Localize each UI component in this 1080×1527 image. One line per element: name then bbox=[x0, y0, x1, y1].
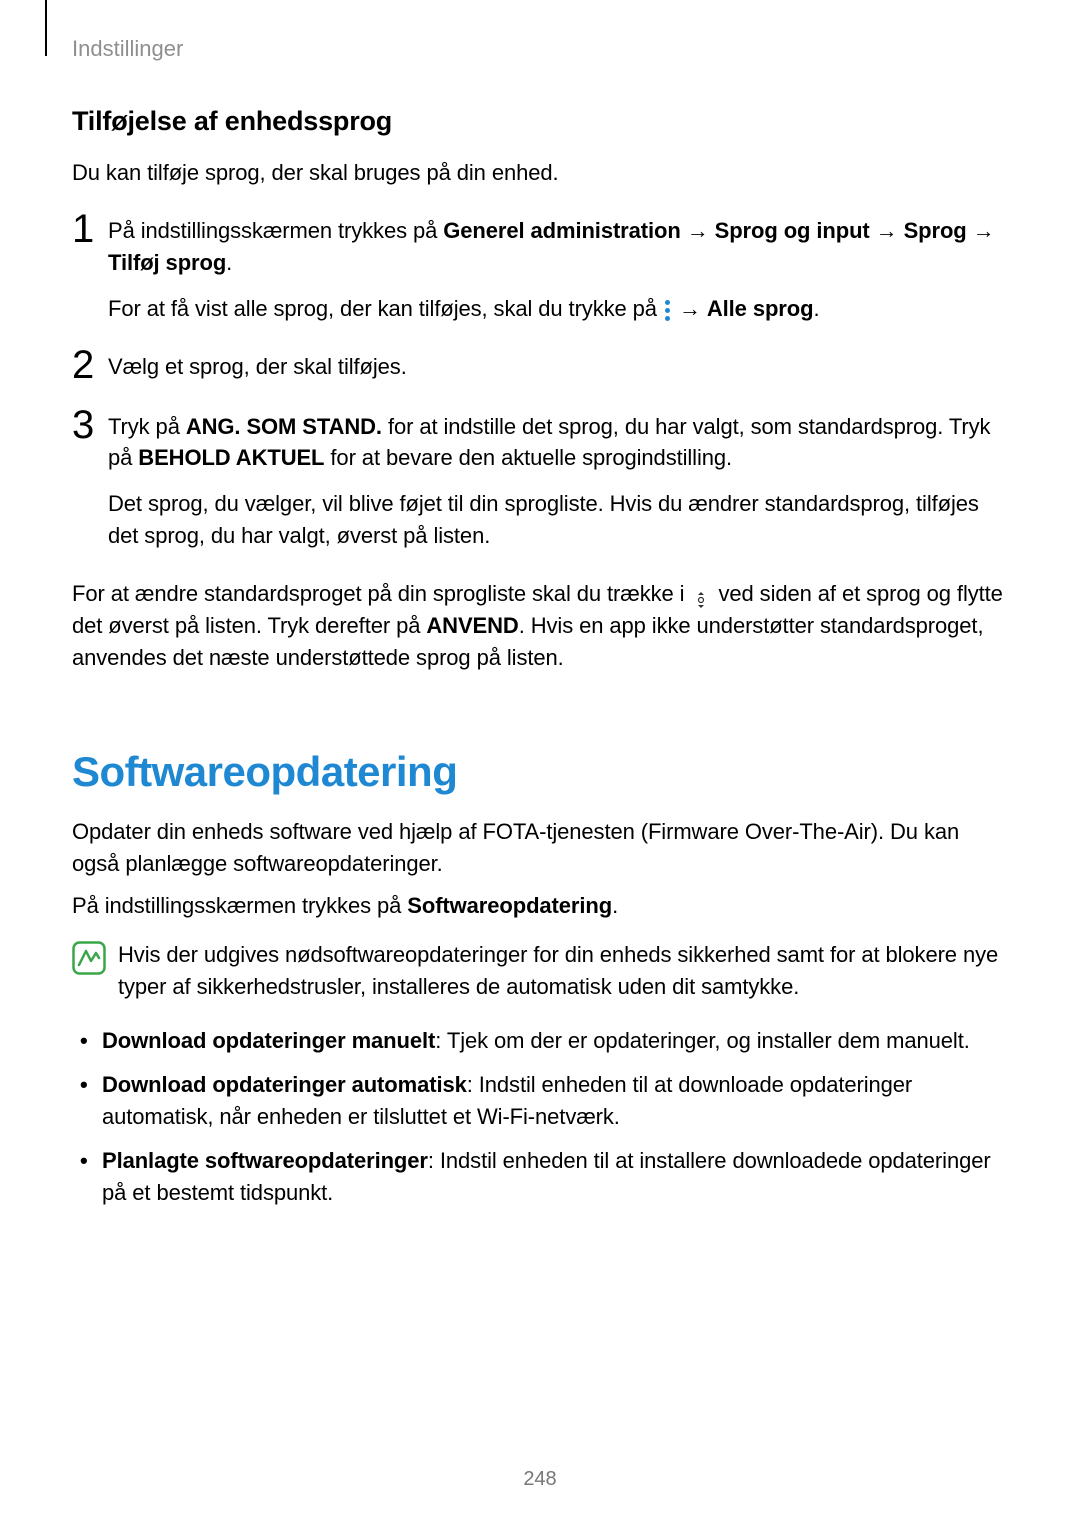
page-number: 248 bbox=[0, 1468, 1080, 1491]
software-update-nav: På indstillingsskærmen trykkes på Softwa… bbox=[72, 890, 1008, 922]
section-heading-add-language: Tilføjelse af enhedssprog bbox=[72, 106, 1008, 137]
note-icon bbox=[72, 941, 106, 975]
list-item: Planlagte softwareopdateringer: Indstil … bbox=[102, 1145, 1008, 1209]
list-item: Download opdateringer automatisk: Indsti… bbox=[102, 1069, 1008, 1133]
step-1: 1 På indstillingsskærmen trykkes på Gene… bbox=[72, 215, 1008, 325]
step-body: Tryk på ANG. SOM STAND. for at indstille… bbox=[108, 411, 1008, 553]
step-2: 2 Vælg et sprog, der skal tilføjes. bbox=[72, 351, 1008, 385]
step-number: 3 bbox=[72, 405, 108, 445]
main-content: Tilføjelse af enhedssprog Du kan tilføje… bbox=[72, 106, 1008, 1221]
bullet-list: Download opdateringer manuelt: Tjek om d… bbox=[72, 1025, 1008, 1208]
drag-handle-icon bbox=[692, 586, 710, 604]
after-steps-text: For at ændre standardsproget på din spro… bbox=[72, 578, 1008, 674]
software-update-intro: Opdater din enheds software ved hjælp af… bbox=[72, 816, 1008, 880]
step-number: 1 bbox=[72, 209, 108, 249]
step-1-line-1: På indstillingsskærmen trykkes på Genere… bbox=[108, 215, 1008, 279]
page-margin-line bbox=[45, 0, 47, 56]
intro-text: Du kan tilføje sprog, der skal bruges på… bbox=[72, 157, 1008, 189]
step-2-text: Vælg et sprog, der skal tilføjes. bbox=[108, 351, 1008, 383]
step-body: Vælg et sprog, der skal tilføjes. bbox=[108, 351, 1008, 383]
major-heading-software-update: Softwareopdatering bbox=[72, 748, 1008, 796]
list-item: Download opdateringer manuelt: Tjek om d… bbox=[102, 1025, 1008, 1057]
step-1-line-2: For at få vist alle sprog, der kan tilfø… bbox=[108, 293, 1008, 325]
step-number: 2 bbox=[72, 345, 108, 385]
note-block: Hvis der udgives nødsoftwareopdateringer… bbox=[72, 939, 1008, 1003]
step-body: På indstillingsskærmen trykkes på Genere… bbox=[108, 215, 1008, 325]
header-breadcrumb: Indstillinger bbox=[72, 36, 183, 62]
step-3-line-2: Det sprog, du vælger, vil blive føjet ti… bbox=[108, 488, 1008, 552]
more-options-icon bbox=[665, 299, 671, 321]
note-text: Hvis der udgives nødsoftwareopdateringer… bbox=[118, 939, 1008, 1003]
step-3: 3 Tryk på ANG. SOM STAND. for at indstil… bbox=[72, 411, 1008, 553]
step-3-line-1: Tryk på ANG. SOM STAND. for at indstille… bbox=[108, 411, 1008, 475]
